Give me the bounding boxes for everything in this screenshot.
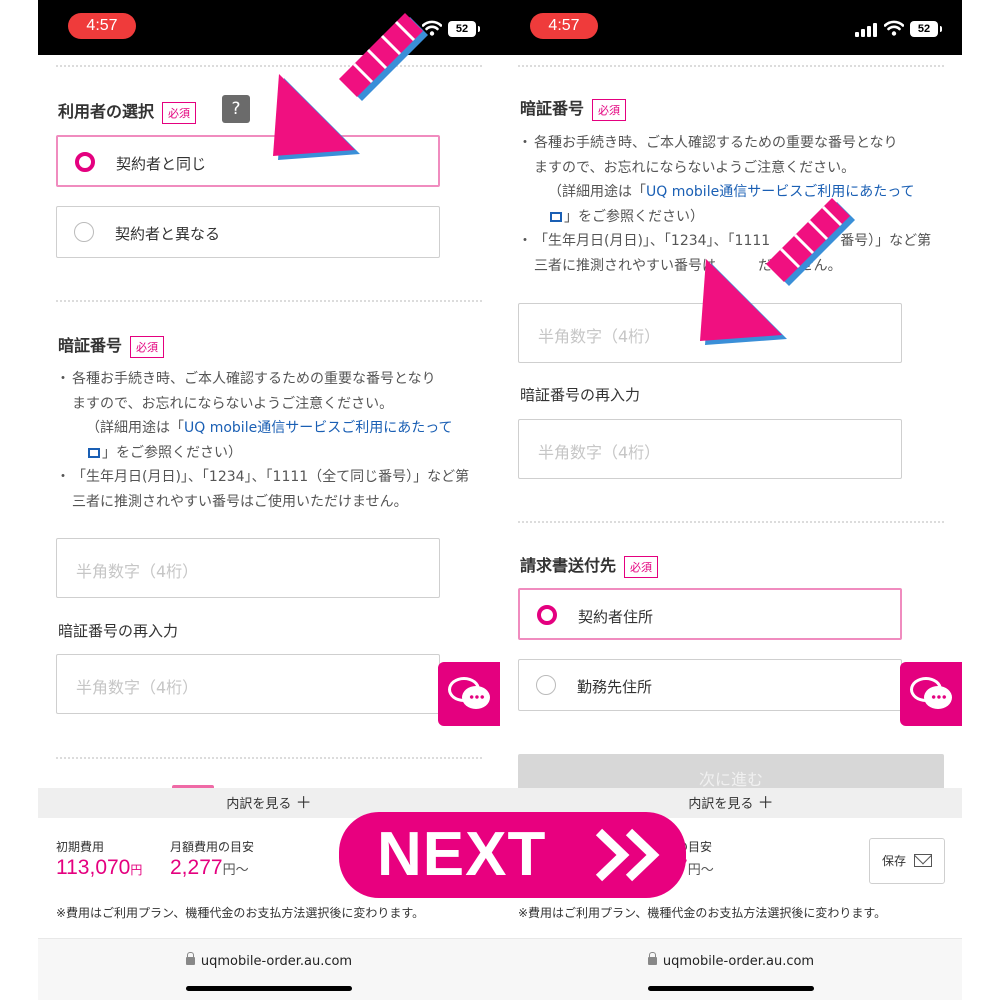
fee-note: ※費用はご利用プラン、機種代金のお支払方法選択後に変わります。 <box>56 906 425 920</box>
monthly-fee-label: 月額費用の目安 <box>170 840 255 854</box>
url-text: uqmobile-order.au.com <box>200 954 353 969</box>
divider <box>56 65 482 67</box>
usage-details-link[interactable]: UQ mobile通信サービスご利用にあたって <box>184 420 453 436</box>
note-item: ・ 「生年月日(月日)」、「1234」、「1111（全て同じ番号）」など第 三者… <box>56 469 470 510</box>
pin-reenter-label: 暗証番号の再入力 <box>520 386 641 404</box>
monthly-fee-value: 2,277円〜 <box>170 856 249 879</box>
lock-icon <box>647 951 657 965</box>
browser-address-bar[interactable]: uqmobile-order.au.com <box>500 938 962 1000</box>
form-scroll-area[interactable]: 暗証番号 必須 ・ 各種お手続き時、ご本人確認するための重要な番号となり ますので… <box>500 55 962 788</box>
chat-support-button[interactable] <box>900 662 962 726</box>
next-banner: NEXT <box>339 812 686 898</box>
radio-unselected-icon <box>536 675 556 695</box>
radio-label: 勤務先住所 <box>577 678 653 696</box>
radio-label: 契約者と異なる <box>115 225 221 243</box>
status-bar: 4:57 52 <box>500 0 962 55</box>
required-badge: 必須 <box>130 335 165 358</box>
radio-unselected-icon <box>74 222 94 242</box>
save-button[interactable]: 保存 <box>869 838 945 884</box>
double-chevron-right-icon <box>595 828 660 882</box>
pin-title: 暗証番号 必須 <box>58 332 165 358</box>
battery-icon: 52 <box>448 21 480 37</box>
initial-fee-value: 113,070円 <box>56 856 143 879</box>
initial-fee-label: 初期費用 <box>56 840 105 854</box>
home-indicator <box>186 986 352 991</box>
radio-same-as-contractor[interactable]: 契約者と同じ <box>56 135 440 187</box>
required-badge: 必須 <box>162 101 197 124</box>
lock-icon <box>185 951 195 965</box>
external-link-icon <box>88 447 100 458</box>
mail-icon <box>914 854 932 867</box>
external-link-icon <box>550 211 562 222</box>
status-time: 4:57 <box>530 13 598 39</box>
next-label: NEXT <box>377 820 547 889</box>
pin-reenter-input[interactable]: 半角数字（4桁） <box>518 419 902 479</box>
divider <box>56 300 482 302</box>
home-indicator <box>648 986 814 991</box>
wifi-icon <box>884 20 904 36</box>
wifi-icon <box>422 20 442 36</box>
radio-selected-icon <box>75 152 95 172</box>
url-text: uqmobile-order.au.com <box>662 954 815 969</box>
cellular-signal-icon <box>393 23 415 37</box>
user-selection-title: 利用者の選択 必須 <box>58 98 197 124</box>
note-item: ・ 「生年月日(月日)」、「1234」、「1111 番号）」など第 三者に推測され… <box>518 233 932 274</box>
divider <box>518 65 944 67</box>
note-item: ・ 各種お手続き時、ご本人確認するための重要な番号となり ますので、お忘れになら… <box>56 371 453 461</box>
pin-reenter-input[interactable]: 半角数字（4桁） <box>56 654 440 714</box>
divider <box>56 757 482 759</box>
plus-icon: ＋ <box>757 793 774 812</box>
battery-icon: 52 <box>910 21 942 37</box>
chat-support-button[interactable] <box>438 662 500 726</box>
browser-address-bar[interactable]: uqmobile-order.au.com <box>38 938 500 1000</box>
radio-label: 契約者と同じ <box>116 155 207 173</box>
pin-title: 暗証番号 必須 <box>520 95 627 121</box>
pin-reenter-label: 暗証番号の再入力 <box>58 622 179 640</box>
status-bar: 4:57 52 <box>38 0 500 55</box>
divider <box>518 521 944 523</box>
cellular-signal-icon <box>855 23 877 37</box>
pin-input[interactable]: 半角数字（4桁） <box>518 303 902 363</box>
radio-workplace-address[interactable]: 勤務先住所 <box>518 659 902 711</box>
pin-notes: ・ 各種お手続き時、ご本人確認するための重要な番号となり ますので、お忘れになら… <box>518 131 938 278</box>
usage-details-link[interactable]: UQ mobile通信サービスご利用にあたって <box>646 184 915 200</box>
help-button[interactable]: ? <box>222 95 250 123</box>
fee-note: ※費用はご利用プラン、機種代金のお支払方法選択後に変わります。 <box>518 906 887 920</box>
plus-icon: ＋ <box>295 793 312 812</box>
next-step-button[interactable]: 次に進む <box>518 754 944 788</box>
radio-contractor-address[interactable]: 契約者住所 <box>518 588 902 640</box>
required-badge: 必須 <box>592 98 627 121</box>
status-time: 4:57 <box>68 13 136 39</box>
radio-different-from-contractor[interactable]: 契約者と異なる <box>56 206 440 258</box>
invoice-destination-title: 請求書送付先 必須 <box>520 552 659 578</box>
radio-selected-icon <box>537 605 557 625</box>
required-badge: 必須 <box>624 555 659 578</box>
note-item: ・ 各種お手続き時、ご本人確認するための重要な番号となり ますので、お忘れになら… <box>518 135 915 225</box>
radio-label: 契約者住所 <box>578 608 654 626</box>
pin-input[interactable]: 半角数字（4桁） <box>56 538 440 598</box>
form-scroll-area[interactable]: 利用者の選択 必須 ? 契約者と同じ 契約者と異なる 暗証番号 必須 ・ 各種お手続… <box>38 55 500 788</box>
pin-notes: ・ 各種お手続き時、ご本人確認するための重要な番号となり ますので、お忘れになら… <box>56 367 476 514</box>
